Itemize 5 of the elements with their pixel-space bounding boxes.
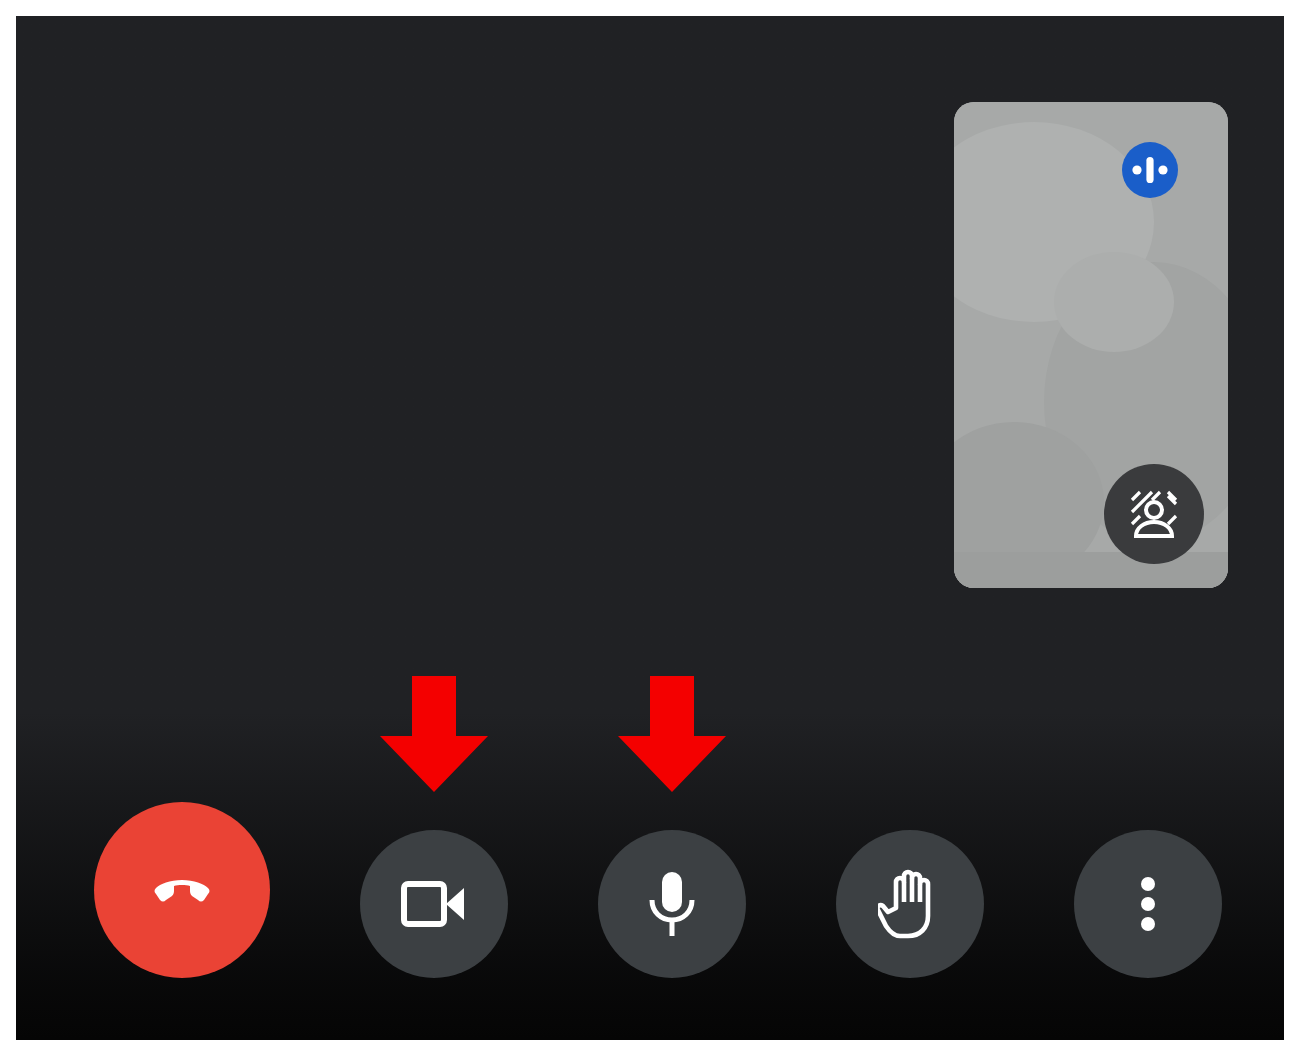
person-effects-icon <box>1128 488 1180 540</box>
hang-up-icon <box>154 876 210 904</box>
video-camera-icon <box>400 880 468 928</box>
microphone-icon <box>648 870 696 938</box>
more-options-icon <box>1140 876 1156 932</box>
